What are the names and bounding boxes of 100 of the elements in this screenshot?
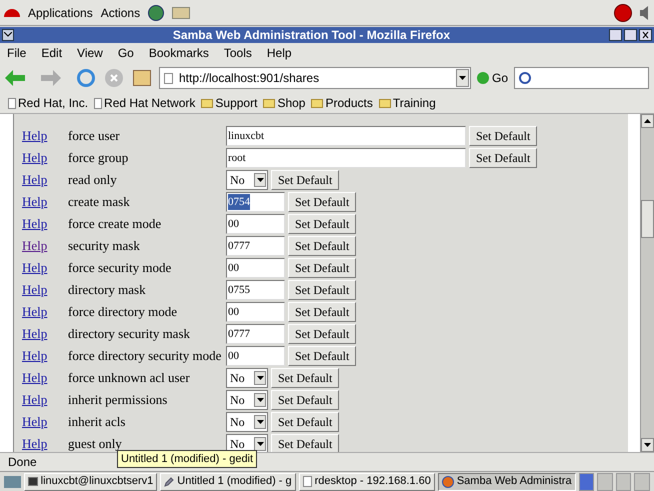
help-link[interactable]: Help — [22, 192, 68, 212]
set-default-button[interactable]: Set Default — [271, 412, 340, 432]
text-field[interactable]: 00 — [226, 258, 285, 278]
go-button[interactable]: Go — [477, 69, 508, 87]
set-default-button[interactable]: Set Default — [271, 434, 340, 452]
taskbar-button[interactable]: linuxcbt@linuxcbtserv1 — [24, 472, 158, 490]
page-icon — [302, 476, 312, 487]
text-field[interactable]: 0777 — [226, 236, 285, 256]
parameter-label: read only — [68, 171, 118, 190]
parameter-label: directory mask — [68, 281, 147, 300]
bookmark[interactable]: Training — [378, 94, 436, 112]
set-default-button[interactable]: Set Default — [288, 214, 356, 234]
dropdown[interactable]: No — [226, 368, 268, 388]
dropdown[interactable]: No — [226, 170, 268, 190]
pen-icon — [164, 476, 174, 486]
parameter-label: create mask — [68, 193, 131, 212]
hat-icon[interactable] — [4, 8, 20, 16]
back-arrow-icon[interactable] — [5, 70, 25, 86]
panel-menu[interactable]: Actions — [100, 4, 140, 22]
workspace[interactable] — [578, 472, 594, 490]
set-default-button[interactable]: Set Default — [271, 368, 340, 388]
stop-icon[interactable] — [105, 69, 123, 87]
text-field[interactable]: 0777 — [226, 324, 285, 344]
help-link[interactable]: Help — [22, 236, 68, 256]
set-default-button[interactable]: Set Default — [288, 236, 356, 256]
text-field[interactable]: 0754 — [226, 192, 285, 212]
help-link[interactable]: Help — [22, 280, 68, 300]
workspace[interactable] — [597, 472, 613, 490]
help-link[interactable]: Help — [22, 126, 68, 146]
page-icon — [8, 98, 16, 108]
set-default-button[interactable]: Set Default — [271, 170, 340, 190]
bookmark[interactable]: Shop — [263, 94, 306, 112]
help-link[interactable]: Help — [22, 368, 68, 388]
scrollbar-thumb[interactable] — [641, 200, 654, 238]
forward-arrow-icon[interactable] — [41, 70, 61, 86]
parameter-label: force directory security mode — [68, 347, 222, 366]
help-link[interactable]: Help — [22, 412, 68, 432]
folder-icon — [311, 98, 324, 108]
parameter-label: guest only — [68, 435, 123, 452]
help-link[interactable]: Help — [22, 302, 68, 322]
bookmark[interactable]: Support — [201, 94, 258, 112]
window-title: Samba Web Administration Tool - Mozilla Firefox — [172, 27, 452, 44]
search-field[interactable] — [514, 67, 649, 89]
help-link[interactable]: Help — [22, 258, 68, 278]
set-default-button[interactable]: Set Default — [271, 390, 340, 410]
page-icon — [164, 72, 173, 84]
menu-item[interactable]: File — [7, 44, 26, 62]
bookmark[interactable]: Red Hat Network — [94, 94, 196, 112]
scrollbar[interactable] — [640, 114, 654, 452]
dropdown[interactable]: No — [226, 434, 268, 452]
close-icon[interactable] — [639, 29, 652, 41]
help-link[interactable]: Help — [22, 170, 68, 190]
text-field[interactable]: 00 — [226, 346, 285, 366]
text-field[interactable]: linuxcbt — [226, 126, 466, 146]
menu-item[interactable]: Help — [266, 44, 292, 62]
workspace[interactable] — [616, 472, 632, 490]
help-link[interactable]: Help — [22, 214, 68, 234]
set-default-button[interactable]: Set Default — [288, 324, 356, 344]
url-field[interactable]: http://localhost:901/shares — [159, 67, 471, 89]
taskbar-button[interactable]: Samba Web Administra — [438, 472, 576, 490]
menu-item[interactable]: Bookmarks — [148, 44, 209, 62]
tooltip: Untitled 1 (modified) - gedit — [117, 450, 258, 468]
speaker-icon[interactable] — [640, 6, 650, 20]
set-default-button[interactable]: Set Default — [288, 280, 356, 300]
parameter-label: force user — [68, 127, 121, 146]
menu-item[interactable]: Edit — [41, 44, 62, 62]
menu-item[interactable]: View — [77, 44, 103, 62]
help-link[interactable]: Help — [22, 148, 68, 168]
workspace[interactable] — [634, 472, 650, 490]
help-link[interactable]: Help — [22, 324, 68, 344]
play-icon — [477, 72, 489, 84]
status-text: Done — [8, 454, 37, 471]
dropdown[interactable]: No — [226, 412, 268, 432]
help-link[interactable]: Help — [22, 390, 68, 410]
text-field[interactable]: 00 — [226, 214, 285, 234]
set-default-button[interactable]: Set Default — [469, 148, 538, 168]
set-default-button[interactable]: Set Default — [288, 346, 356, 366]
menu-item[interactable]: Go — [118, 44, 134, 62]
panel-menu[interactable]: Applications — [28, 4, 93, 22]
help-link[interactable]: Help — [22, 346, 68, 366]
menu-item[interactable]: Tools — [224, 44, 252, 62]
set-default-button[interactable]: Set Default — [288, 302, 356, 322]
taskbar-button[interactable]: Untitled 1 (modified) - g — [160, 472, 296, 490]
parameter-label: force directory mode — [68, 303, 178, 322]
parameter-label: security mask — [68, 237, 141, 256]
maximize-icon[interactable] — [624, 29, 637, 41]
set-default-button[interactable]: Set Default — [288, 192, 356, 212]
help-link[interactable]: Help — [22, 434, 68, 452]
bookmark[interactable]: Products — [311, 94, 373, 112]
minimize-icon[interactable] — [609, 29, 622, 41]
window-menu-icon[interactable] — [2, 29, 14, 41]
set-default-button[interactable]: Set Default — [288, 258, 356, 278]
dropdown[interactable]: No — [226, 390, 268, 410]
text-field[interactable]: 00 — [226, 302, 285, 322]
text-field[interactable]: root — [226, 148, 466, 168]
bookmark[interactable]: Red Hat, Inc. — [8, 94, 88, 112]
set-default-button[interactable]: Set Default — [469, 126, 538, 146]
page-icon — [94, 98, 102, 108]
text-field[interactable]: 0755 — [226, 280, 285, 300]
taskbar-button[interactable]: rdesktop - 192.168.1.60 — [298, 472, 435, 490]
